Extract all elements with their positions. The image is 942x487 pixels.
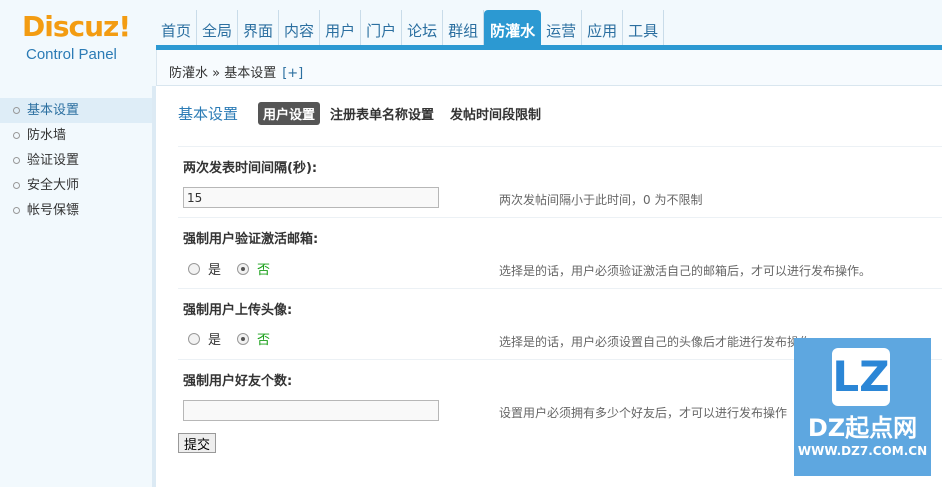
nav-item-operation[interactable]: 运营 bbox=[541, 10, 583, 48]
avatar-radio-group: 是 否 bbox=[188, 329, 286, 348]
logo: Discuz! Control Panel bbox=[0, 0, 156, 86]
email-no-label[interactable]: 否 bbox=[257, 259, 270, 278]
breadcrumb-text: 防灌水 » 基本设置 bbox=[169, 66, 277, 81]
sidebar-item-account-guard[interactable]: 帐号保镖 bbox=[0, 198, 152, 223]
sidebar-item-label: 帐号保镖 bbox=[27, 203, 80, 218]
page-title: 基本设置 bbox=[178, 105, 239, 123]
nav-item-portal[interactable]: 门户 bbox=[361, 10, 403, 48]
email-label: 强制用户验证激活邮箱: bbox=[183, 232, 319, 247]
avatar-no-label[interactable]: 否 bbox=[257, 329, 270, 348]
bullet-icon bbox=[13, 157, 20, 164]
sidebar-item-label: 防水墙 bbox=[27, 128, 67, 143]
sidebar-item-basic-settings[interactable]: 基本设置 bbox=[0, 98, 152, 123]
tab-user-settings[interactable]: 用户设置 bbox=[258, 102, 321, 125]
breadcrumb: 防灌水 » 基本设置 [+] bbox=[156, 50, 942, 86]
friends-input[interactable] bbox=[183, 400, 439, 421]
tab-register-form-names[interactable]: 注册表单名称设置 bbox=[330, 104, 434, 123]
nav-item-content[interactable]: 内容 bbox=[279, 10, 321, 48]
avatar-no-radio[interactable] bbox=[237, 332, 250, 345]
divider bbox=[178, 288, 942, 289]
bullet-icon bbox=[13, 207, 20, 214]
tab-post-time-limits[interactable]: 发帖时间段限制 bbox=[450, 104, 541, 123]
divider bbox=[178, 217, 942, 218]
bullet-icon bbox=[13, 132, 20, 139]
watermark-mark: LZ bbox=[832, 348, 890, 406]
watermark-title: DZ起点网 bbox=[807, 414, 918, 442]
interval-tip: 两次发帖间隔小于此时间，0 为不限制 bbox=[499, 193, 703, 207]
divider bbox=[178, 146, 942, 147]
nav-item-home[interactable]: 首页 bbox=[156, 10, 198, 48]
nav-item-interface[interactable]: 界面 bbox=[238, 10, 280, 48]
nav-item-forum[interactable]: 论坛 bbox=[402, 10, 444, 48]
nav-item-antispam[interactable]: 防灌水 bbox=[484, 10, 542, 48]
nav-item-group[interactable]: 群组 bbox=[443, 10, 485, 48]
bullet-icon bbox=[13, 107, 20, 114]
sidebar-item-verification[interactable]: 验证设置 bbox=[0, 148, 152, 173]
friends-tip: 设置用户必须拥有多少个好友后，才可以进行发布操作 bbox=[499, 406, 788, 420]
nav-item-users[interactable]: 用户 bbox=[320, 10, 362, 48]
avatar-tip: 选择是的话，用户必须设置自己的头像后才能进行发布操作 bbox=[499, 335, 812, 349]
nav-item-tools[interactable]: 工具 bbox=[623, 10, 665, 48]
submit-button[interactable]: 提交 bbox=[178, 433, 217, 453]
email-tip: 选择是的话，用户必须验证激活自己的邮箱后，才可以进行发布操作。 bbox=[499, 264, 872, 278]
email-yes-radio[interactable] bbox=[188, 262, 200, 275]
sidebar-item-label: 验证设置 bbox=[27, 153, 80, 168]
avatar-yes-radio[interactable] bbox=[188, 332, 200, 345]
sidebar: 基本设置 防水墙 验证设置 安全大师 帐号保镖 bbox=[0, 86, 156, 487]
sidebar-item-firewall[interactable]: 防水墙 bbox=[0, 123, 152, 148]
bullet-icon bbox=[13, 182, 20, 189]
sidebar-item-security-master[interactable]: 安全大师 bbox=[0, 173, 152, 198]
friends-label: 强制用户好友个数: bbox=[183, 374, 293, 389]
interval-input[interactable] bbox=[183, 187, 439, 208]
add-shortcut-link[interactable]: [+] bbox=[282, 66, 303, 81]
email-radio-group: 是 否 bbox=[188, 259, 286, 278]
logo-subtitle: Control Panel bbox=[26, 46, 117, 63]
title-row: 基本设置 用户设置 注册表单名称设置 发帖时间段限制 bbox=[178, 102, 557, 125]
watermark-logo: LZ DZ起点网 WWW.DZ7.COM.CN bbox=[794, 338, 931, 476]
email-yes-label[interactable]: 是 bbox=[208, 259, 221, 278]
sidebar-item-label: 安全大师 bbox=[27, 178, 80, 193]
watermark-url: WWW.DZ7.COM.CN bbox=[797, 444, 928, 458]
top-nav: 首页 全局 界面 内容 用户 门户 论坛 群组 防灌水 运营 应用 工具 bbox=[156, 10, 665, 48]
sidebar-item-label: 基本设置 bbox=[27, 103, 80, 118]
nav-item-global[interactable]: 全局 bbox=[197, 10, 239, 48]
avatar-yes-label[interactable]: 是 bbox=[208, 329, 221, 348]
avatar-label: 强制用户上传头像: bbox=[183, 303, 293, 318]
email-no-radio[interactable] bbox=[237, 262, 250, 275]
interval-label: 两次发表时间间隔(秒): bbox=[183, 161, 318, 176]
logo-mark: Discuz! bbox=[22, 10, 131, 43]
nav-item-apps[interactable]: 应用 bbox=[582, 10, 624, 48]
